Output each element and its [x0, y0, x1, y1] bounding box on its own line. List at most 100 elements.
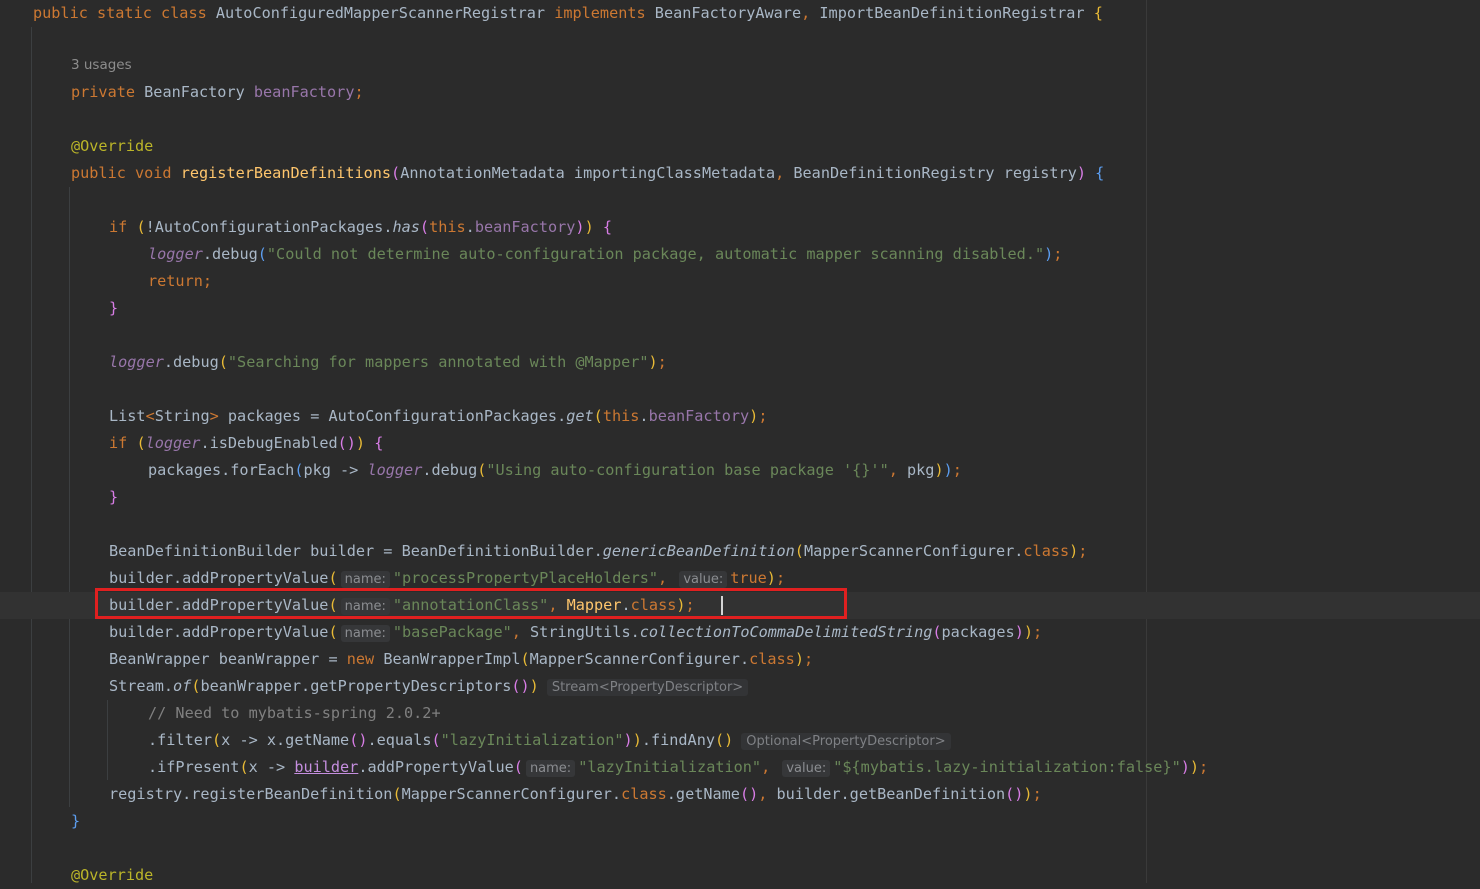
code-line[interactable]: public static class AutoConfiguredMapper… [0, 0, 1480, 27]
code-token: .debug [163, 353, 219, 371]
code-token: ( [391, 164, 401, 182]
code-line[interactable]: registry.registerBeanDefinition(MapperSc… [0, 781, 1480, 808]
code-token: collectionToCommaDelimitedString [639, 623, 933, 641]
code-token: logger [148, 245, 203, 263]
code-token: ; [354, 83, 364, 101]
code-token: ( [431, 731, 441, 749]
code-line[interactable]: public void registerBeanDefinitions(Anno… [0, 160, 1480, 187]
code-token: List [109, 407, 146, 425]
code-line[interactable]: } [0, 295, 1480, 322]
code-token: { [602, 218, 613, 236]
code-token: @Override [71, 866, 154, 884]
code-token: . [639, 407, 649, 425]
code-token: !AutoConfigurationPackages. [145, 218, 393, 236]
code-token: x -> [248, 758, 295, 776]
code-line[interactable]: return; [0, 268, 1480, 295]
code-token: packages = AutoConfigurationPackages. [218, 407, 567, 425]
code-token: this [429, 218, 466, 236]
code-token: { [374, 434, 384, 452]
code-line[interactable]: .filter(x -> x.getName().equals("lazyIni… [0, 727, 1480, 754]
code-token: .findAny [641, 731, 715, 749]
code-token: registry.registerBeanDefinition [109, 785, 393, 803]
code-token: logger [145, 434, 201, 452]
code-line[interactable]: } [0, 484, 1480, 511]
code-token: builder.getBeanDefinition [776, 785, 1006, 803]
code-token: , [801, 4, 820, 22]
code-token: AutoConfiguredMapperScannerRegistrar [215, 4, 555, 22]
code-token: private [71, 83, 145, 101]
code-line[interactable]: } [0, 808, 1480, 835]
code-token: ( [794, 542, 804, 560]
code-token: ) [1076, 164, 1096, 182]
code-token: () [739, 785, 759, 803]
code-line[interactable]: if (!AutoConfigurationPackages.has(this.… [0, 214, 1480, 241]
code-token: builder [294, 758, 359, 776]
code-token: AnnotationMetadata importingClassMetadat… [400, 164, 776, 182]
code-token: ImportBeanDefinitionRegistrar [819, 4, 1094, 22]
code-token: () [715, 731, 734, 749]
code-token: "Searching for mappers annotated with @M… [227, 353, 649, 371]
code-token: .equals [367, 731, 432, 749]
code-line[interactable]: logger.debug("Could not determine auto-c… [0, 241, 1480, 268]
code-token: get [566, 407, 594, 425]
code-token: ) [1189, 758, 1200, 776]
code-line[interactable]: builder.addPropertyValue(name: "basePacka… [0, 619, 1480, 646]
code-token: implements [554, 4, 655, 22]
code-token: () [1005, 785, 1024, 803]
code-token: has [392, 218, 420, 236]
code-token: class [621, 785, 667, 803]
code-line[interactable]: private BeanFactory beanFactory; [0, 79, 1480, 106]
code-line[interactable]: // Need to mybatis-spring 2.0.2+ [0, 700, 1480, 727]
code-line[interactable]: logger.debug("Searching for mappers anno… [0, 349, 1480, 376]
code-token: ) [1044, 245, 1054, 263]
param-hint: name: [340, 625, 390, 642]
code-token: ( [932, 623, 942, 641]
usages-hint[interactable]: 3 usages [71, 57, 132, 73]
code-token: , [888, 461, 908, 479]
code-token: ( [239, 758, 249, 776]
code-line[interactable]: @Override [0, 862, 1480, 889]
code-token: ( [513, 758, 523, 776]
code-token: logger [109, 353, 164, 371]
code-line[interactable]: packages.forEach(pkg -> logger.debug("Us… [0, 457, 1480, 484]
code-token: ; [952, 461, 962, 479]
code-token: packages [941, 623, 1015, 641]
code-line[interactable]: if (logger.isDebugEnabled()) { [0, 430, 1480, 457]
code-token: // Need to mybatis-spring 2.0.2+ [148, 704, 441, 722]
code-editor[interactable]: 3 usages public static class AutoConfigu… [0, 0, 1480, 884]
code-line[interactable]: @Override [0, 133, 1480, 160]
code-token: StringUtils. [530, 623, 640, 641]
code-token: BeanDefinitionBuilder builder = BeanDefi… [109, 542, 603, 560]
code-line[interactable]: Stream.of(beanWrapper.getPropertyDescrip… [0, 673, 1480, 700]
code-token: , [658, 569, 677, 587]
code-token: ( [136, 434, 146, 452]
param-hint: value: [782, 760, 831, 777]
code-token: "lazyInitialization" [578, 758, 762, 776]
code-line[interactable]: BeanDefinitionBuilder builder = BeanDefi… [0, 538, 1480, 565]
code-token: ( [257, 245, 267, 263]
code-token: beanWrapper.getPropertyDescriptors [200, 677, 512, 695]
code-token: .getName [666, 785, 740, 803]
code-token: } [109, 299, 119, 317]
code-token: logger [367, 461, 423, 479]
highlight-box [95, 588, 847, 619]
code-token: } [109, 488, 119, 506]
code-token: if [109, 218, 137, 236]
code-token: class [749, 650, 795, 668]
code-token: ; [1078, 542, 1088, 560]
code-token: ; [1053, 245, 1063, 263]
code-token: } [71, 812, 81, 830]
code-token: ) [355, 434, 375, 452]
code-token: builder.addPropertyValue [109, 623, 329, 641]
code-token: .ifPresent [148, 758, 240, 776]
code-token: "basePackage" [392, 623, 512, 641]
code-token: ) [1180, 758, 1190, 776]
code-token: x -> x.getName [221, 731, 350, 749]
code-token: () [337, 434, 356, 452]
code-token: ; [775, 569, 786, 587]
code-line[interactable]: .ifPresent(x -> builder.addPropertyValue… [0, 754, 1480, 781]
code-token: ; [1032, 785, 1042, 803]
code-token: ( [328, 623, 338, 641]
code-line[interactable]: BeanWrapper beanWrapper = new BeanWrappe… [0, 646, 1480, 673]
code-line[interactable]: List<String> packages = AutoConfiguratio… [0, 403, 1480, 430]
